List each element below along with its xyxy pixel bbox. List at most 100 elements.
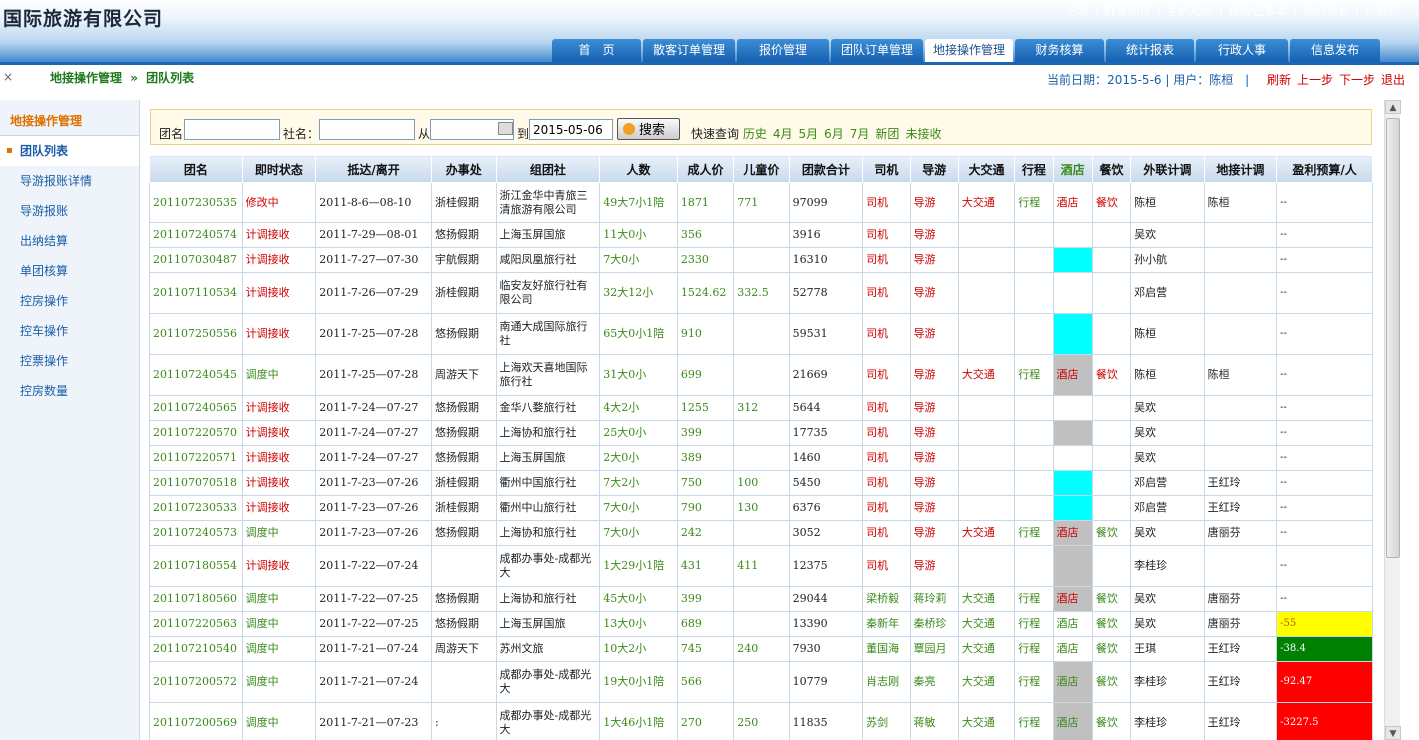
cell-driver[interactable]: 司机 — [862, 272, 911, 314]
cell-transport[interactable] — [957, 272, 1016, 314]
cell-catering[interactable]: 餐饮 — [1091, 636, 1132, 662]
cell-team-id[interactable]: 201107230533 — [149, 495, 243, 521]
cell-team-id[interactable]: 201107180560 — [149, 586, 243, 612]
nav-tab-6[interactable]: 统计报表 — [1106, 39, 1194, 62]
cell-hotel[interactable]: 酒店 — [1052, 586, 1093, 612]
cell-guide[interactable]: 导游 — [909, 520, 959, 546]
cell-guide[interactable]: 导游 — [909, 247, 959, 273]
cell-team-id[interactable]: 201107070518 — [149, 470, 243, 496]
cell-itinerary[interactable] — [1014, 395, 1054, 421]
cell-driver[interactable]: 司机 — [862, 445, 911, 471]
cell-team-id[interactable]: 201107240574 — [149, 222, 243, 248]
quick-link-4[interactable]: 7月 — [850, 127, 870, 141]
cell-driver[interactable]: 司机 — [862, 247, 911, 273]
cell-catering[interactable] — [1091, 470, 1132, 496]
nav-tab-3[interactable]: 团队订单管理 — [831, 39, 923, 62]
nav-tab-1[interactable]: 散客订单管理 — [643, 39, 735, 62]
action-link-1[interactable]: 上一步 — [1297, 73, 1333, 87]
cell-itinerary[interactable] — [1014, 272, 1054, 314]
cell-transport[interactable]: 大交通 — [957, 661, 1016, 703]
cell-driver[interactable]: 司机 — [862, 495, 911, 521]
cell-catering[interactable] — [1091, 313, 1132, 355]
sidebar-item-4[interactable]: 单团核算 — [0, 256, 139, 286]
action-link-0[interactable]: 刷新 — [1267, 73, 1291, 87]
quick-link-3[interactable]: 6月 — [824, 127, 844, 141]
cell-team-id[interactable]: 201107220563 — [149, 611, 243, 637]
cell-driver[interactable]: 肖志刚 — [862, 661, 911, 703]
cell-team-id[interactable]: 201107220570 — [149, 420, 243, 446]
toplink-2[interactable]: 手机短信 — [1161, 2, 1219, 19]
scroll-up-icon[interactable]: ▲ — [1385, 100, 1401, 114]
nav-tab-4[interactable]: 地接操作管理 — [925, 39, 1013, 62]
cell-hotel[interactable]: 酒店 — [1052, 520, 1093, 546]
cell-driver[interactable]: 秦新年 — [862, 611, 911, 637]
nav-tab-7[interactable]: 行政人事 — [1196, 39, 1288, 62]
nav-tab-5[interactable]: 财务核算 — [1015, 39, 1104, 62]
cell-hotel[interactable] — [1052, 445, 1093, 471]
cell-itinerary[interactable] — [1014, 470, 1054, 496]
cell-driver[interactable]: 梁桥毅 — [862, 586, 911, 612]
cell-transport[interactable] — [957, 545, 1016, 587]
cell-catering[interactable] — [1091, 445, 1132, 471]
cell-hotel[interactable] — [1052, 247, 1093, 273]
cell-team-id[interactable]: 201107110534 — [149, 272, 243, 314]
toplink-5[interactable]: 公告栏 — [1359, 2, 1405, 19]
cell-guide[interactable]: 秦亮 — [909, 661, 959, 703]
cell-team-id[interactable]: 201107240545 — [149, 354, 243, 396]
cell-transport[interactable]: 大交通 — [957, 520, 1016, 546]
cell-transport[interactable]: 大交通 — [957, 354, 1016, 396]
toplink-1[interactable]: 群发邮件 — [1099, 2, 1157, 19]
toplink-0[interactable]: 论坛 — [1061, 2, 1095, 19]
action-link-2[interactable]: 下一步 — [1339, 73, 1375, 87]
scroll-down-icon[interactable]: ▼ — [1385, 726, 1401, 740]
cell-guide[interactable]: 导游 — [909, 313, 959, 355]
quick-link-5[interactable]: 新团 — [875, 127, 899, 141]
scroll-thumb[interactable] — [1386, 118, 1400, 558]
cell-transport[interactable]: 大交通 — [957, 636, 1016, 662]
sidebar-item-5[interactable]: 控房操作 — [0, 286, 139, 316]
cell-guide[interactable]: 蒋玲莉 — [909, 586, 959, 612]
cell-catering[interactable] — [1091, 222, 1132, 248]
cell-hotel[interactable] — [1052, 395, 1093, 421]
quick-link-1[interactable]: 4月 — [773, 127, 793, 141]
cell-hotel[interactable]: 酒店 — [1052, 702, 1093, 740]
cell-guide[interactable]: 导游 — [909, 354, 959, 396]
cell-hotel[interactable] — [1052, 545, 1093, 587]
cell-guide[interactable]: 导游 — [909, 470, 959, 496]
sidebar-item-8[interactable]: 控房数量 — [0, 376, 139, 406]
agency-name-input[interactable] — [319, 119, 415, 140]
cell-guide[interactable]: 导游 — [909, 182, 959, 223]
cell-transport[interactable] — [957, 420, 1016, 446]
cell-hotel[interactable]: 酒店 — [1052, 354, 1093, 396]
cell-team-id[interactable]: 201107220571 — [149, 445, 243, 471]
sidebar-item-0[interactable]: 团队列表 — [0, 136, 139, 166]
cell-transport[interactable] — [957, 495, 1016, 521]
cell-catering[interactable]: 餐饮 — [1091, 182, 1132, 223]
cell-driver[interactable]: 司机 — [862, 313, 911, 355]
cell-driver[interactable]: 董国海 — [862, 636, 911, 662]
nav-tab-2[interactable]: 报价管理 — [737, 39, 829, 62]
cell-hotel[interactable]: 酒店 — [1052, 636, 1093, 662]
cell-transport[interactable]: 大交通 — [957, 702, 1016, 740]
cell-team-id[interactable]: 201107200569 — [149, 702, 243, 740]
cell-catering[interactable]: 餐饮 — [1091, 661, 1132, 703]
cell-transport[interactable] — [957, 470, 1016, 496]
cell-transport[interactable]: 大交通 — [957, 182, 1016, 223]
cell-transport[interactable]: 大交通 — [957, 586, 1016, 612]
cell-hotel[interactable] — [1052, 313, 1093, 355]
cell-driver[interactable]: 司机 — [862, 395, 911, 421]
toplink-4[interactable]: 我的消息 — [1297, 2, 1355, 19]
cell-driver[interactable]: 司机 — [862, 222, 911, 248]
cell-guide[interactable]: 导游 — [909, 395, 959, 421]
cell-driver[interactable]: 司机 — [862, 354, 911, 396]
cell-team-id[interactable]: 201107230535 — [149, 182, 243, 223]
cell-catering[interactable] — [1091, 247, 1132, 273]
cell-guide[interactable]: 秦桥珍 — [909, 611, 959, 637]
close-icon[interactable]: × — [3, 70, 13, 84]
cell-transport[interactable] — [957, 313, 1016, 355]
cell-catering[interactable]: 餐饮 — [1091, 611, 1132, 637]
quick-link-6[interactable]: 未接收 — [905, 127, 941, 141]
cell-hotel[interactable] — [1052, 470, 1093, 496]
cell-hotel[interactable] — [1052, 495, 1093, 521]
cell-guide[interactable]: 导游 — [909, 495, 959, 521]
